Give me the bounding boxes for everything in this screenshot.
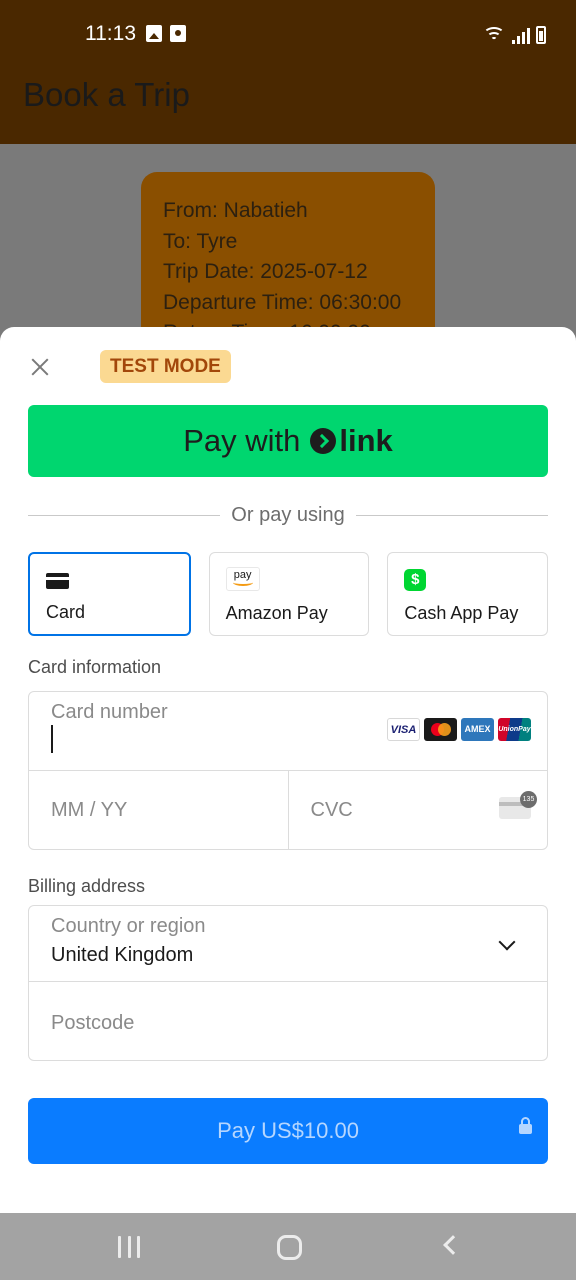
trip-departure: Departure Time: 06:30:00 <box>163 290 402 314</box>
method-cash-app-pay[interactable]: $ Cash App Pay <box>387 552 549 636</box>
card-information-label: Card information <box>28 657 162 677</box>
method-card[interactable]: Card <box>28 552 191 636</box>
cvc-field[interactable]: CVC 135 <box>289 771 548 849</box>
cvc-card-icon: 135 <box>499 791 537 819</box>
method-card-label: Card <box>46 602 86 622</box>
trip-from: From: Nabatieh <box>163 199 308 222</box>
pay-button[interactable]: Pay US$10.00 <box>28 1098 548 1164</box>
amazon-pay-icon: pay <box>225 567 260 591</box>
card-brand-logos: VISA AMEX UnionPay <box>387 718 531 741</box>
payment-method-selector: Card pay Amazon Pay $ Cash App Pay <box>28 552 549 636</box>
cvc-placeholder: CVC <box>310 799 353 821</box>
cvc-badge: 135 <box>520 791 537 808</box>
pay-with-link-button[interactable]: Pay with link <box>28 405 548 477</box>
text-cursor <box>51 725 53 753</box>
expiry-placeholder: MM / YY <box>51 799 128 821</box>
card-fields: Card number VISA AMEX UnionPay MM / YY C… <box>28 691 548 850</box>
mastercard-logo-icon <box>424 718 457 741</box>
visa-logo-icon: VISA <box>387 718 420 741</box>
pay-button-label: Pay US$10.00 <box>217 1118 359 1143</box>
card-number-field[interactable]: Card number VISA AMEX UnionPay <box>29 692 547 771</box>
status-time: 11:13 <box>85 22 136 45</box>
signal-icon <box>512 28 530 44</box>
home-icon[interactable] <box>277 1235 302 1260</box>
postcode-placeholder: Postcode <box>51 1012 135 1034</box>
test-mode-badge: TEST MODE <box>100 350 231 383</box>
country-select[interactable]: Country or region United Kingdom <box>29 906 547 982</box>
trip-date: Trip Date: 2025-07-12 <box>163 260 368 283</box>
method-amazon-pay-label: Amazon Pay <box>225 603 328 623</box>
country-label: Country or region <box>51 915 206 937</box>
method-amazon-pay[interactable]: pay Amazon Pay <box>208 552 370 636</box>
country-value: United Kingdom <box>51 944 194 966</box>
lock-icon <box>519 1117 532 1134</box>
billing-fields: Country or region United Kingdom Postcod… <box>28 905 548 1061</box>
link-button-label: Pay with <box>183 423 301 458</box>
link-brand-text: link <box>339 423 393 458</box>
screen-record-notification-icon <box>170 25 186 42</box>
recents-icon[interactable] <box>118 1236 140 1258</box>
battery-icon <box>536 26 546 44</box>
or-pay-using-divider: Or pay using <box>28 502 548 530</box>
chevron-down-icon <box>498 933 516 951</box>
link-logo-icon <box>310 428 337 454</box>
billing-address-label: Billing address <box>28 876 146 896</box>
back-icon[interactable] <box>443 1235 463 1255</box>
postcode-field[interactable]: Postcode <box>29 982 547 1060</box>
status-bar: 11:13 <box>0 0 576 70</box>
cash-app-icon: $ <box>404 569 427 591</box>
page-title: Book a Trip <box>23 76 190 113</box>
wifi-icon <box>482 26 506 44</box>
gallery-notification-icon <box>146 25 162 42</box>
method-cash-app-pay-label: Cash App Pay <box>404 603 519 623</box>
amex-logo-icon: AMEX <box>461 718 494 741</box>
trip-to: To: Tyre <box>163 229 238 253</box>
expiry-field[interactable]: MM / YY <box>29 771 289 849</box>
credit-card-icon <box>46 573 69 589</box>
app-bar: Book a Trip <box>0 70 576 144</box>
payment-sheet: TEST MODE Pay with link Or pay using Car… <box>0 327 576 1213</box>
close-icon[interactable] <box>26 353 54 381</box>
unionpay-logo-icon: UnionPay <box>498 718 531 741</box>
card-number-placeholder: Card number <box>51 701 168 723</box>
navigation-bar <box>0 1213 576 1280</box>
